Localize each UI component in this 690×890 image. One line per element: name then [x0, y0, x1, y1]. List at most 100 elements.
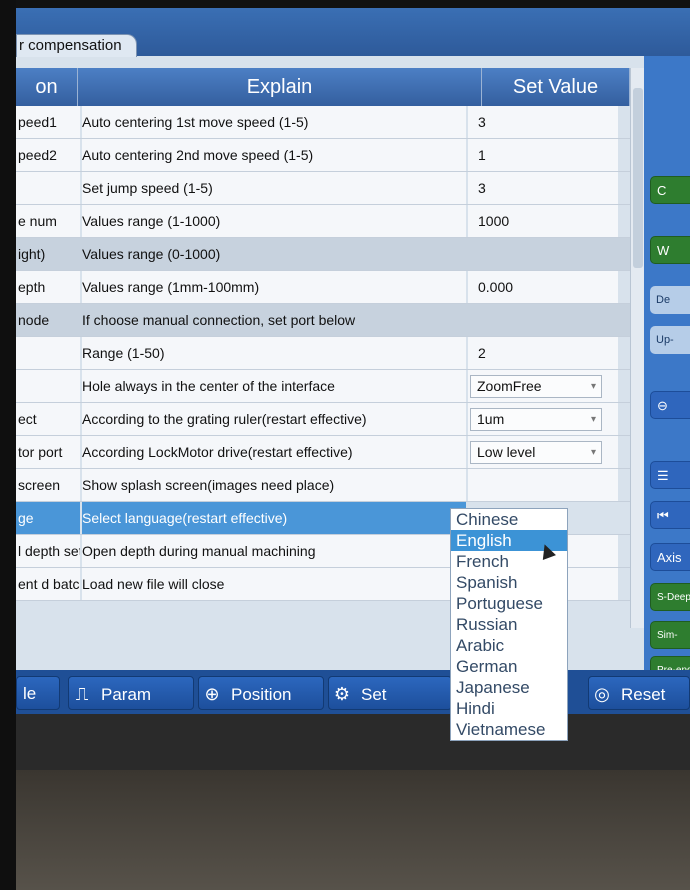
right-button-de[interactable]: De [650, 286, 690, 314]
set-button[interactable]: ⚙ Set [328, 676, 452, 710]
table-row[interactable]: peed2 Auto centering 2nd move speed (1-5… [16, 139, 630, 172]
zoom-mode-dropdown[interactable]: ZoomFree ▾ [470, 375, 602, 398]
lockmotor-value: Low level [477, 444, 536, 460]
param-value[interactable]: 3 [468, 106, 618, 138]
table-row[interactable]: tor port According LockMotor drive(resta… [16, 436, 630, 469]
crosshair-icon: ⊕ [204, 684, 220, 704]
param-explain: Values range (1mm-100mm) [82, 271, 466, 303]
grating-value: 1um [477, 411, 505, 427]
screen-lower-dark-area [16, 714, 690, 770]
param-explain: According LockMotor drive(restart effect… [82, 436, 466, 468]
param-value[interactable] [468, 469, 618, 501]
bottom-toolbar: le ⎍ Param ⊕ Position ⚙ Set ◎ Reset [16, 670, 690, 714]
first-button[interactable]: ⏮ [650, 501, 690, 529]
filter-button[interactable]: ☰ [650, 461, 690, 489]
language-option[interactable]: Spanish [451, 572, 567, 593]
table-row[interactable]: Range (1-50) 2 [16, 337, 630, 370]
table-row[interactable]: node If choose manual connection, set po… [16, 304, 630, 337]
right-button-c[interactable]: C [650, 176, 690, 204]
param-cell: 1um ▾ [468, 403, 618, 435]
screen: r compensation on Explain Set Value peed… [16, 8, 690, 770]
right-tool-panel: C W De Up- ⊖ ☰ ⏮ Axis S-Deep Sim-Run Pre… [644, 56, 690, 684]
position-label: Position [231, 685, 292, 704]
param-name: tor port [16, 436, 80, 468]
param-value[interactable] [468, 304, 618, 336]
dropdown-arrow-icon: ▾ [590, 414, 596, 425]
lockmotor-dropdown[interactable]: Low level ▾ [470, 441, 602, 464]
language-option[interactable]: German [451, 656, 567, 677]
param-name [16, 172, 80, 204]
language-option[interactable]: Russian [451, 614, 567, 635]
reset-button[interactable]: ◎ Reset [588, 676, 690, 710]
header-set-value: Set Value [482, 68, 630, 106]
set-label: Set [361, 685, 387, 704]
table-row[interactable]: ight) Values range (0-1000) [16, 238, 630, 271]
table-row[interactable]: ect According to the grating ruler(resta… [16, 403, 630, 436]
language-option[interactable]: Japanese [451, 677, 567, 698]
param-explain: Select language(restart effective) [82, 502, 466, 534]
param-name [16, 370, 80, 402]
monitor-left-bezel [0, 0, 16, 890]
dropdown-arrow-icon: ▾ [590, 381, 596, 392]
table-row[interactable]: Hole always in the center of the interfa… [16, 370, 630, 403]
monitor-bottom-bezel [16, 770, 690, 890]
language-option[interactable]: Chinese [451, 509, 567, 530]
right-button-up[interactable]: Up- [650, 326, 690, 354]
param-explain: Auto centering 2nd move speed (1-5) [82, 139, 466, 171]
param-name: node [18, 312, 50, 328]
grating-dropdown[interactable]: 1um ▾ [470, 408, 602, 431]
param-button[interactable]: ⎍ Param [68, 676, 194, 710]
param-value[interactable]: 1 [468, 139, 618, 171]
filter-icon: ☰ [657, 468, 669, 483]
param-explain: Set jump speed (1-5) [82, 172, 466, 204]
scrollbar-thumb[interactable] [633, 88, 643, 268]
param-name: e num [16, 205, 80, 237]
param-name: l depth set [16, 535, 80, 567]
param-name: ent d batch [16, 568, 80, 600]
bottom-button-le[interactable]: le [16, 676, 60, 710]
param-explain: Open depth during manual machining [82, 535, 466, 567]
language-option[interactable]: Vietnamese [451, 719, 567, 740]
param-value[interactable]: 1000 [468, 205, 618, 237]
language-option[interactable]: Portuguese [451, 593, 567, 614]
minus-circle-icon: ⊖ [657, 398, 668, 413]
table-row[interactable]: screen Show splash screen(images need pl… [16, 469, 630, 502]
language-option[interactable]: Arabic [451, 635, 567, 656]
table-scrollbar[interactable] [630, 68, 645, 628]
axis-button[interactable]: Axis [650, 543, 690, 571]
table-row[interactable]: e num Values range (1-1000) 1000 [16, 205, 630, 238]
header-explain: Explain [78, 68, 482, 106]
param-name: screen [16, 469, 80, 501]
param-name [16, 337, 80, 369]
param-value[interactable]: 3 [468, 172, 618, 204]
param-cell: Low level ▾ [468, 436, 618, 468]
param-name: epth [16, 271, 80, 303]
table-row[interactable]: peed1 Auto centering 1st move speed (1-5… [16, 106, 630, 139]
param-value[interactable]: 0.000 [468, 271, 618, 303]
right-button-w[interactable]: W [650, 236, 690, 264]
bottom-label-le: le [23, 684, 37, 703]
table-row[interactable]: epth Values range (1mm-100mm) 0.000 [16, 271, 630, 304]
param-explain: Range (1-50) [82, 337, 466, 369]
param-explain: Hole always in the center of the interfa… [82, 370, 466, 402]
param-name: ight) [18, 246, 46, 262]
gear-icon: ⚙ [333, 684, 351, 704]
tab-compensation[interactable]: r compensation [16, 34, 137, 57]
sim-run-button[interactable]: Sim-Run [650, 621, 690, 669]
param-value[interactable]: 2 [468, 337, 618, 369]
skip-back-icon: ⏮ [657, 508, 669, 523]
s-deep-button[interactable]: S-Deep [650, 583, 690, 611]
param-name: peed1 [16, 106, 80, 138]
table-row[interactable]: Set jump speed (1-5) 3 [16, 172, 630, 205]
param-value[interactable] [468, 238, 618, 270]
header-param: on [16, 68, 78, 106]
reset-label: Reset [621, 685, 666, 704]
minus-button[interactable]: ⊖ [650, 391, 690, 419]
param-label: Param [101, 685, 152, 704]
param-explain: If choose manual connection, set port be… [82, 312, 356, 328]
param-explain: Values range (1-1000) [82, 205, 466, 237]
language-option[interactable]: Hindi [451, 698, 567, 719]
zoom-mode-value: ZoomFree [477, 378, 542, 394]
position-button[interactable]: ⊕ Position [198, 676, 324, 710]
pulse-wave-icon: ⎍ [75, 684, 89, 704]
